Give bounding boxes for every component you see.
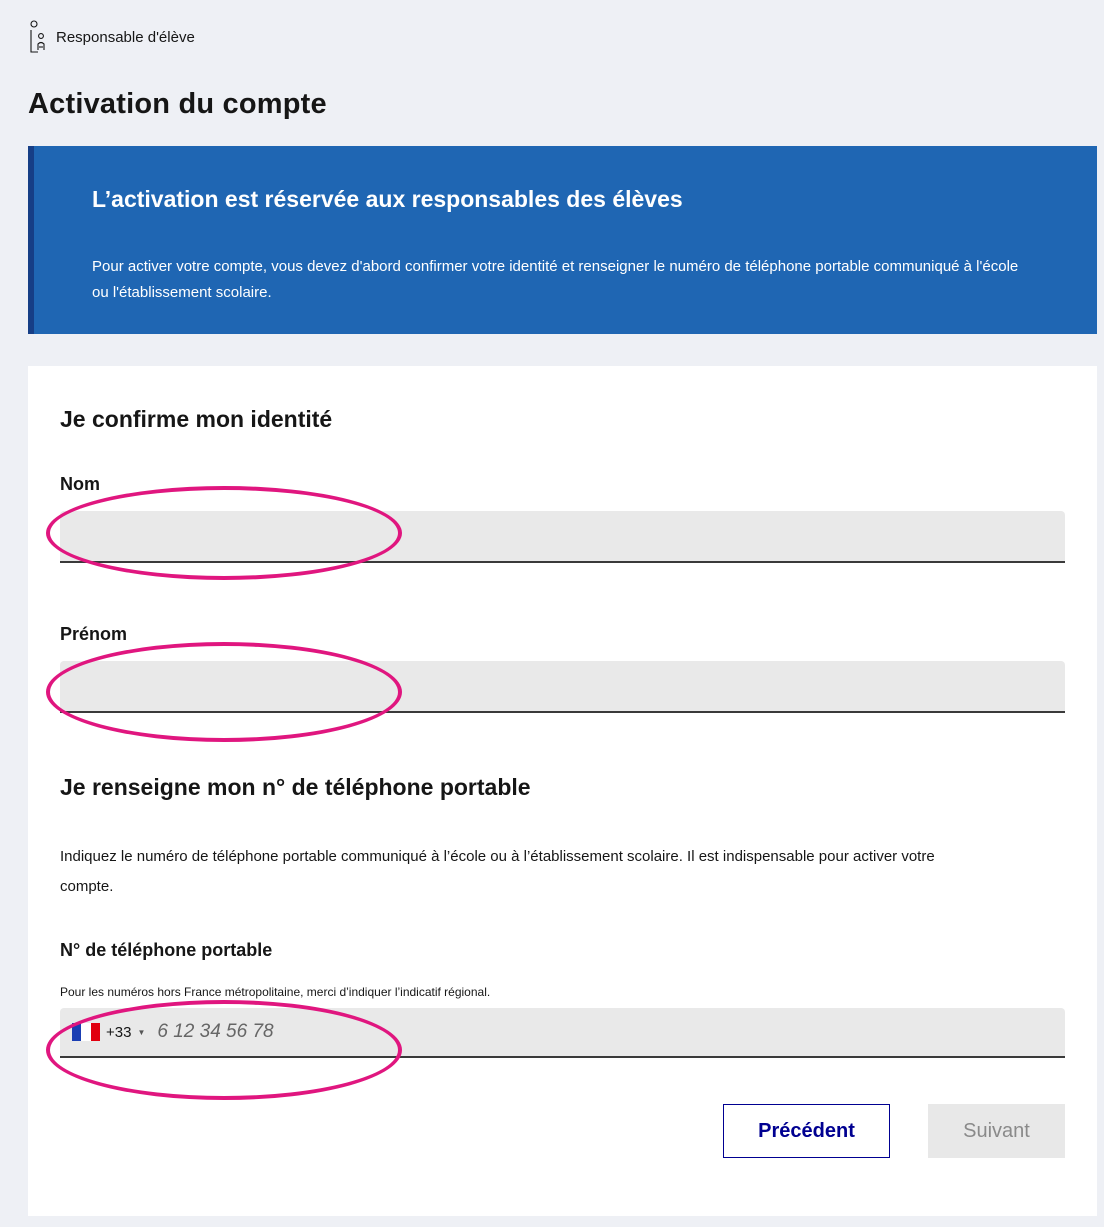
prenom-input[interactable] — [60, 661, 1065, 713]
parent-child-icon — [28, 20, 48, 54]
activation-form: Je confirme mon identité Nom Prénom Je r… — [28, 366, 1097, 1216]
role-indicator: Responsable d'élève — [28, 20, 195, 54]
phone-hint: Pour les numéros hors France métropolita… — [60, 985, 491, 999]
nom-label: Nom — [60, 474, 100, 494]
identity-section-title: Je confirme mon identité — [60, 406, 333, 432]
page: Responsable d'élève Activation du compte… — [0, 0, 1104, 1227]
page-title: Activation du compte — [28, 88, 327, 120]
info-callout: L’activation est réservée aux responsabl… — [28, 146, 1097, 334]
country-code-select[interactable]: +33 ▼ — [60, 1008, 151, 1056]
phone-section-title: Je renseigne mon n° de téléphone portabl… — [60, 774, 531, 800]
caret-down-icon: ▼ — [137, 1027, 146, 1037]
prenom-label: Prénom — [60, 624, 128, 644]
phone-input[interactable] — [151, 1008, 1065, 1056]
next-button[interactable]: Suivant — [928, 1104, 1065, 1158]
phone-description: Indiquez le numéro de téléphone portable… — [60, 848, 935, 895]
phone-field: +33 ▼ — [60, 1008, 1065, 1058]
nom-input[interactable] — [60, 511, 1065, 563]
dial-code: +33 — [106, 1023, 132, 1041]
phone-label: N° de téléphone portable — [60, 940, 273, 960]
callout-title: L’activation est réservée aux responsabl… — [92, 186, 683, 212]
previous-button[interactable]: Précédent — [723, 1104, 890, 1158]
role-label: Responsable d'élève — [56, 28, 195, 46]
callout-text: Pour activer votre compte, vous devez d'… — [92, 258, 1019, 301]
france-flag-icon — [72, 1023, 100, 1041]
